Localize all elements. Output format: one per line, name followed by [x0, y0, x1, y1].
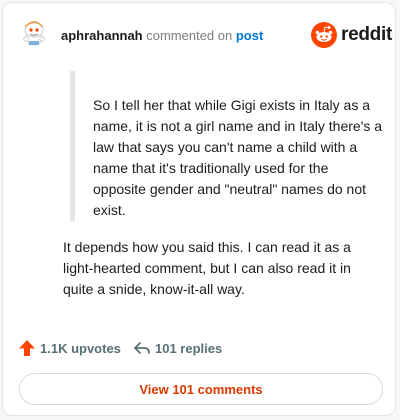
replies-button[interactable]: 101 replies: [133, 339, 222, 357]
comment-body: It depends how you said this. I can read…: [63, 239, 351, 297]
post-link[interactable]: post: [236, 28, 263, 43]
comment-card: aphrahannah commented on post reddit So …: [2, 2, 396, 416]
quoted-text: So I tell her that while Gigi exists in …: [70, 71, 384, 221]
reply-arrow-icon: [134, 342, 150, 354]
reddit-snoo-icon: [311, 22, 337, 48]
upvote-count: 1.1K upvotes: [40, 340, 121, 356]
commented-on-text: commented on: [142, 28, 236, 43]
snoo-avatar-icon: [23, 21, 45, 46]
comment-actions: 1.1K upvotes 101 replies: [18, 339, 378, 361]
reddit-wordmark: reddit: [341, 24, 392, 45]
upvote-arrow-icon: [19, 340, 35, 356]
upvote-button[interactable]: 1.1K upvotes: [18, 339, 121, 357]
comment-header: aphrahannah commented on post reddit: [3, 3, 395, 61]
username-link[interactable]: aphrahannah: [61, 28, 143, 43]
reply-count: 101 replies: [155, 340, 223, 356]
view-comments-button[interactable]: View 101 comments: [19, 373, 383, 405]
user-avatar[interactable]: [20, 17, 50, 47]
reddit-logo[interactable]: reddit: [311, 20, 392, 50]
comment-meta: aphrahannah commented on post: [61, 28, 263, 43]
